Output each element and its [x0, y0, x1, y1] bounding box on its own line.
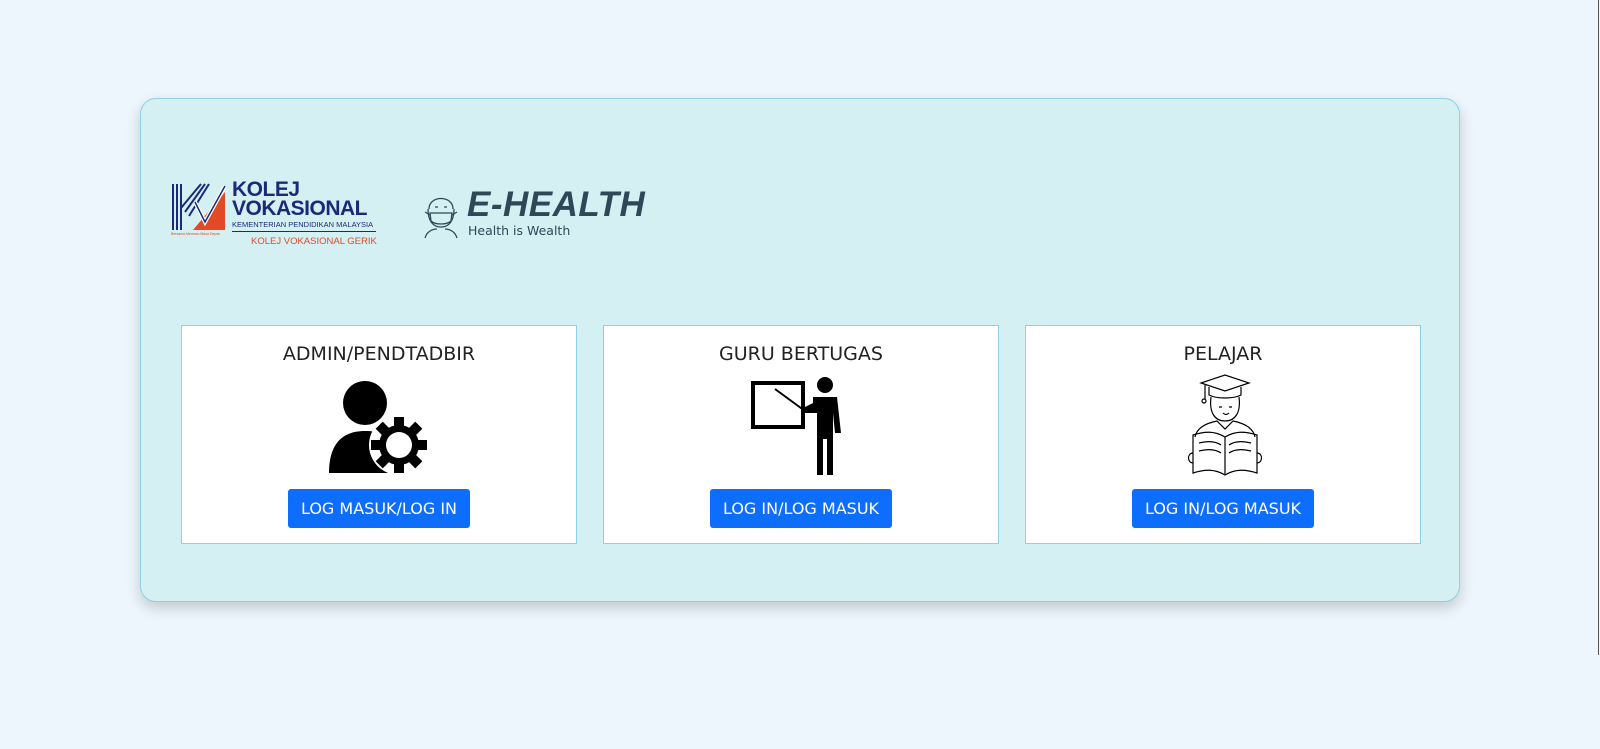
e-health-title: E-HEALTH	[467, 185, 646, 224]
teacher-card: GURU BERTUGAS LOG IN/LOG MASUK	[603, 325, 999, 544]
teacher-login-button[interactable]: LOG IN/LOG MASUK	[709, 489, 893, 528]
student-login-button[interactable]: LOG IN/LOG MASUK	[1131, 489, 1315, 528]
masked-face-icon	[424, 197, 458, 239]
header-logos: KOLEJ VOKASIONAL KEMENTERIAN PENDIDIKAN …	[171, 179, 691, 279]
admin-card: ADMIN/PENDTADBIR LOG MASUK/LOG IN	[181, 325, 577, 544]
kv-ministry: KEMENTERIAN PENDIDIKAN MALAYSIA	[232, 220, 374, 229]
teacher-board-icon	[751, 377, 841, 475]
card-title: PELAJAR	[1183, 343, 1263, 365]
page-edge-line	[1598, 0, 1599, 655]
admin-gear-icon	[329, 381, 429, 475]
card-title: GURU BERTUGAS	[719, 343, 883, 365]
kv-divider	[232, 231, 376, 232]
kv-college-name: KOLEJ VOKASIONAL GERIK	[251, 236, 377, 247]
card-title: ADMIN/PENDTADBIR	[282, 343, 476, 365]
admin-login-button[interactable]: LOG MASUK/LOG IN	[287, 489, 471, 528]
student-reading-icon	[1187, 374, 1263, 476]
kolej-vokasional-logo: KOLEJ VOKASIONAL KEMENTERIAN PENDIDIKAN …	[171, 179, 381, 251]
login-panel: KOLEJ VOKASIONAL KEMENTERIAN PENDIDIKAN …	[140, 98, 1460, 602]
kv-tagline: Bersama Memacu Masa Depan	[171, 232, 221, 236]
kv-title-line2: VOKASIONAL	[232, 197, 368, 220]
student-card: PELAJAR LOG IN/LOG MASUK	[1025, 325, 1421, 544]
kv-mark-icon	[172, 183, 227, 230]
e-health-logo: E-HEALTH Health is Wealth	[421, 185, 681, 247]
e-health-tagline: Health is Wealth	[468, 223, 571, 238]
